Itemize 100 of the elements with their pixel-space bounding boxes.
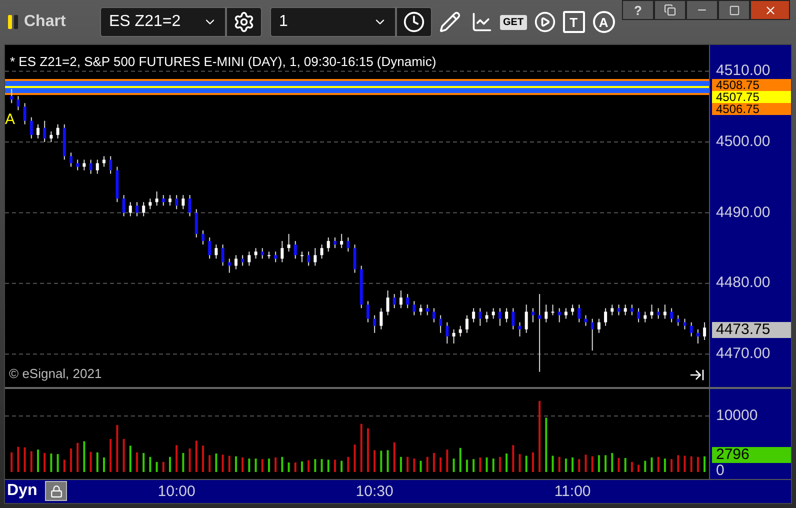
scroll-to-end-icon[interactable] (689, 367, 705, 383)
bar (83, 441, 86, 472)
volume-tick: 10000 (716, 408, 758, 423)
bar (591, 456, 594, 472)
bar (532, 452, 534, 472)
bar (156, 462, 158, 472)
candlestick (300, 251, 304, 263)
candlestick (558, 308, 561, 323)
help-button[interactable]: ? (622, 0, 654, 20)
volume-tick: 0 (716, 463, 724, 478)
bar (584, 454, 587, 472)
bar (208, 455, 211, 472)
volume-label: 2796 (712, 447, 791, 463)
candlestick (307, 251, 310, 266)
bar (129, 446, 132, 472)
candlestick (228, 258, 231, 274)
bar (413, 458, 416, 472)
bar (696, 456, 699, 472)
candlestick (234, 254, 238, 270)
candlestick (135, 202, 138, 217)
bar (162, 462, 164, 472)
candlestick (637, 308, 640, 323)
candlestick (590, 318, 594, 352)
candlestick (274, 251, 278, 263)
dyn-button[interactable]: Dyn (5, 481, 40, 501)
clock-icon (403, 11, 425, 33)
bar (664, 458, 666, 472)
candlestick (670, 308, 674, 323)
candlestick (36, 124, 40, 139)
bar (222, 454, 224, 472)
settings-button[interactable] (226, 7, 262, 37)
alert-tool-button[interactable]: A (592, 11, 615, 33)
bar (486, 457, 488, 472)
bar (459, 448, 462, 472)
lock-button[interactable] (45, 481, 67, 501)
candlestick (346, 236, 350, 252)
bar (684, 456, 686, 472)
window-title: Chart (24, 12, 67, 32)
bar (572, 457, 574, 472)
candlestick (221, 244, 224, 266)
candlestick (472, 308, 476, 323)
bar (261, 459, 264, 472)
candlestick (432, 308, 436, 323)
candlestick (439, 314, 442, 334)
candlestick (663, 304, 666, 320)
bar (432, 452, 435, 472)
text-tool-button[interactable]: T (562, 11, 585, 33)
bar (110, 438, 112, 472)
candlestick (419, 304, 422, 316)
get-button[interactable]: GET (500, 14, 527, 30)
candlestick (551, 304, 554, 316)
price-label: 4507.75 (712, 91, 791, 103)
candlestick (386, 290, 390, 316)
bar (366, 428, 369, 472)
close-button[interactable] (750, 0, 790, 20)
bar (440, 457, 442, 472)
bar (234, 456, 237, 472)
candlestick (175, 194, 178, 210)
restore-icon (664, 4, 676, 16)
bar (611, 452, 614, 472)
bar (512, 445, 514, 472)
bar (472, 459, 475, 472)
candlestick (399, 290, 402, 309)
candlestick (208, 236, 212, 260)
bar (545, 418, 548, 472)
bar (188, 448, 191, 472)
restore-button[interactable] (654, 0, 686, 20)
candlestick (50, 130, 53, 143)
candlestick (518, 322, 522, 337)
candlestick (214, 244, 218, 260)
candlestick (512, 308, 515, 330)
bar (630, 462, 633, 472)
bar (360, 424, 362, 472)
candlestick (630, 304, 634, 316)
candlestick (201, 230, 204, 246)
candlestick (314, 248, 317, 266)
bar (50, 454, 52, 472)
bar (393, 442, 396, 472)
clock-button[interactable] (396, 7, 432, 37)
candlestick (683, 318, 686, 330)
bar (248, 458, 250, 472)
bar (492, 458, 494, 472)
maximize-button[interactable] (718, 0, 750, 20)
interval-dropdown[interactable]: 1 (270, 7, 396, 37)
candlestick (458, 325, 462, 337)
symbol-dropdown[interactable]: ES Z21=2 (100, 7, 226, 37)
bar (518, 454, 521, 472)
maximize-icon (728, 4, 740, 16)
bar (374, 450, 376, 472)
bar (400, 456, 402, 472)
candlestick (538, 294, 542, 372)
candlestick (254, 248, 258, 260)
candlestick (610, 304, 614, 316)
candlestick (644, 311, 647, 323)
bar (195, 440, 198, 472)
price-tick: 4490.00 (716, 204, 770, 220)
candlestick (446, 322, 449, 344)
candlestick (326, 236, 330, 252)
candlestick (280, 240, 284, 263)
candlestick (485, 311, 488, 323)
